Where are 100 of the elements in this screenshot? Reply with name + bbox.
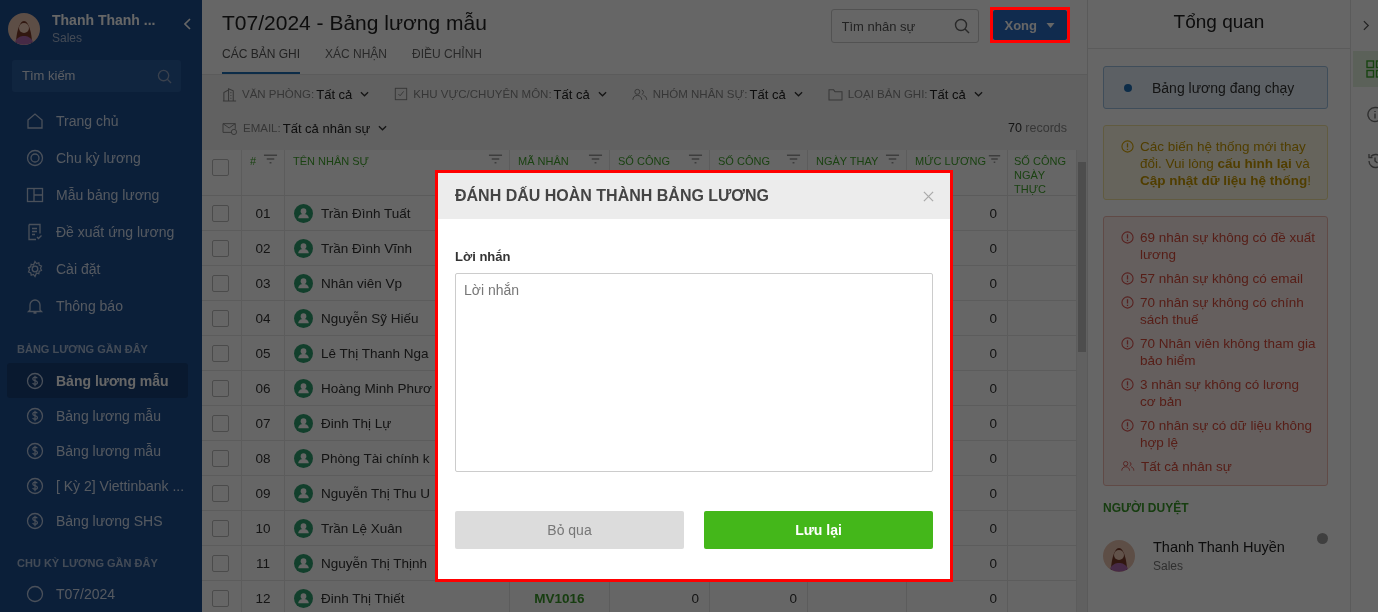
- employee-name: Nhân viên Vp: [321, 275, 403, 291]
- home-icon: [26, 112, 44, 131]
- nav-item[interactable]: Cài đặt: [7, 250, 188, 288]
- nav-item[interactable]: Thông báo: [7, 287, 188, 325]
- section-title: CHU KỲ LƯƠNG GẦN ĐÂY: [16, 555, 159, 571]
- employees-link[interactable]: Tất cả nhân sự: [1141, 458, 1232, 475]
- employee-name: Trần Lệ Xuân: [321, 520, 403, 536]
- rail-button[interactable]: [1353, 51, 1378, 87]
- user-role: Sales: [52, 31, 84, 46]
- search-icon: [157, 68, 172, 84]
- warning-text: 69 nhân sự không có đề xuất lương: [1140, 229, 1316, 263]
- folder-icon: [827, 87, 843, 101]
- person-icon: [294, 448, 313, 468]
- checkbox[interactable]: [212, 414, 229, 432]
- checkbox[interactable]: [212, 519, 229, 537]
- dollar-icon: [26, 512, 44, 531]
- payroll-item[interactable]: [ Kỳ 2] Viettinbank ...: [7, 468, 188, 504]
- warning-icon: [1121, 419, 1134, 432]
- checkbox[interactable]: [212, 309, 229, 327]
- table-cell: 0: [989, 485, 997, 501]
- employee-name: Trần Đình Tuất: [321, 205, 411, 221]
- checkbox-icon: [394, 87, 409, 101]
- table-cell: 0: [989, 275, 997, 291]
- checkbox[interactable]: [212, 484, 229, 502]
- filter-icon[interactable]: [588, 154, 603, 164]
- person-icon: [294, 483, 313, 503]
- user-name: Thanh Thanh ...: [52, 12, 157, 29]
- checkbox[interactable]: [212, 204, 229, 222]
- status-label: Bảng lương đang chạy: [1152, 79, 1295, 96]
- dollar-icon: [26, 477, 44, 496]
- table-cell: 0: [789, 590, 797, 606]
- person-icon: [294, 413, 313, 433]
- nav-item[interactable]: Đề xuất ứng lương: [7, 213, 188, 251]
- row-number: 11: [256, 555, 270, 571]
- checkbox[interactable]: [212, 159, 229, 176]
- nav-item[interactable]: Chu kỳ lương: [7, 139, 188, 177]
- checkbox[interactable]: [212, 554, 229, 572]
- checkbox[interactable]: [212, 449, 229, 467]
- table-cell: 0: [989, 310, 997, 326]
- payroll-item[interactable]: Bảng lương mẫu: [7, 433, 188, 469]
- search-icon: [953, 18, 970, 34]
- person-icon: [294, 203, 313, 223]
- close-icon[interactable]: [923, 190, 934, 202]
- row-number: 04: [255, 310, 271, 326]
- checkbox[interactable]: [212, 274, 229, 292]
- person-icon: [294, 518, 313, 538]
- collapse-icon[interactable]: [184, 17, 192, 30]
- document-icon: [26, 223, 44, 242]
- dollar-icon: [26, 371, 44, 390]
- status-dot: [1124, 83, 1132, 92]
- search-field[interactable]: Tìm nhân sự: [830, 9, 979, 43]
- employee-name: Nguyễn Thị Thịnh: [321, 555, 428, 571]
- chevron-icon[interactable]: [1363, 20, 1370, 31]
- chevron-icon: [973, 91, 983, 97]
- tab[interactable]: ĐIỀU CHỈNH: [412, 47, 483, 74]
- checkbox[interactable]: [212, 589, 229, 607]
- save-button[interactable]: Lưu lại: [704, 511, 933, 549]
- tab[interactable]: XÁC NHẬN: [325, 47, 388, 74]
- people-icon: [631, 87, 648, 101]
- field-label: Lời nhắn: [455, 249, 512, 264]
- cycle-item[interactable]: T07/2024: [7, 576, 188, 612]
- checkbox[interactable]: [212, 344, 229, 362]
- table-cell: 0: [691, 590, 699, 606]
- filter-icon[interactable]: [885, 154, 900, 164]
- checkbox[interactable]: [212, 379, 229, 397]
- column-header: NGÀY THAY: [816, 154, 879, 168]
- status-dot: [1317, 533, 1328, 544]
- payroll-item[interactable]: Bảng lương SHS: [7, 503, 188, 539]
- chevron-icon: [360, 91, 370, 97]
- table-cell: 0: [989, 450, 997, 466]
- search-field[interactable]: Tìm kiếm: [12, 59, 181, 92]
- table-cell: 0: [989, 240, 997, 256]
- filter-icon[interactable]: [786, 154, 801, 164]
- reviewer-name: Thanh Thanh Huyền: [1153, 539, 1286, 555]
- done-button[interactable]: Xong: [992, 10, 1067, 40]
- message-field[interactable]: Lời nhắn: [455, 273, 933, 472]
- scrollbar[interactable]: [1077, 150, 1087, 612]
- filter-icon[interactable]: [688, 154, 703, 164]
- bell-icon: [26, 297, 44, 316]
- cancel-button[interactable]: Bỏ qua: [455, 511, 684, 549]
- warning-text: 70 nhân sự không có chính sách thuế: [1140, 294, 1305, 328]
- checkbox[interactable]: [212, 239, 229, 257]
- nav-item[interactable]: Mẫu bảng lương: [7, 176, 188, 214]
- filter-icon[interactable]: [988, 154, 1001, 164]
- employee-name: Hoàng Minh Phươ: [321, 380, 432, 396]
- employee-name: Đinh Thị Lự: [321, 415, 392, 431]
- employee-name: Phòng Tài chính k: [321, 450, 430, 466]
- filter-icon[interactable]: [263, 154, 278, 164]
- person-icon: [294, 238, 313, 258]
- chevron-icon: [378, 125, 388, 131]
- section-title: NGƯỜI DUYỆT: [1103, 501, 1190, 515]
- payroll-item[interactable]: Bảng lương mẫu: [7, 398, 188, 434]
- warning-icon: [1121, 337, 1134, 350]
- filter-icon[interactable]: [488, 154, 503, 164]
- column-header: SỐ CÔNG NGÀY THỰC: [1014, 154, 1067, 195]
- payroll-item[interactable]: Bảng lương mẫu: [7, 362, 188, 399]
- table-cell: 0: [989, 205, 997, 221]
- row-number: 03: [255, 275, 271, 291]
- nav-item[interactable]: Trang chủ: [7, 102, 188, 140]
- column-header: MÃ NHÂN: [518, 154, 569, 168]
